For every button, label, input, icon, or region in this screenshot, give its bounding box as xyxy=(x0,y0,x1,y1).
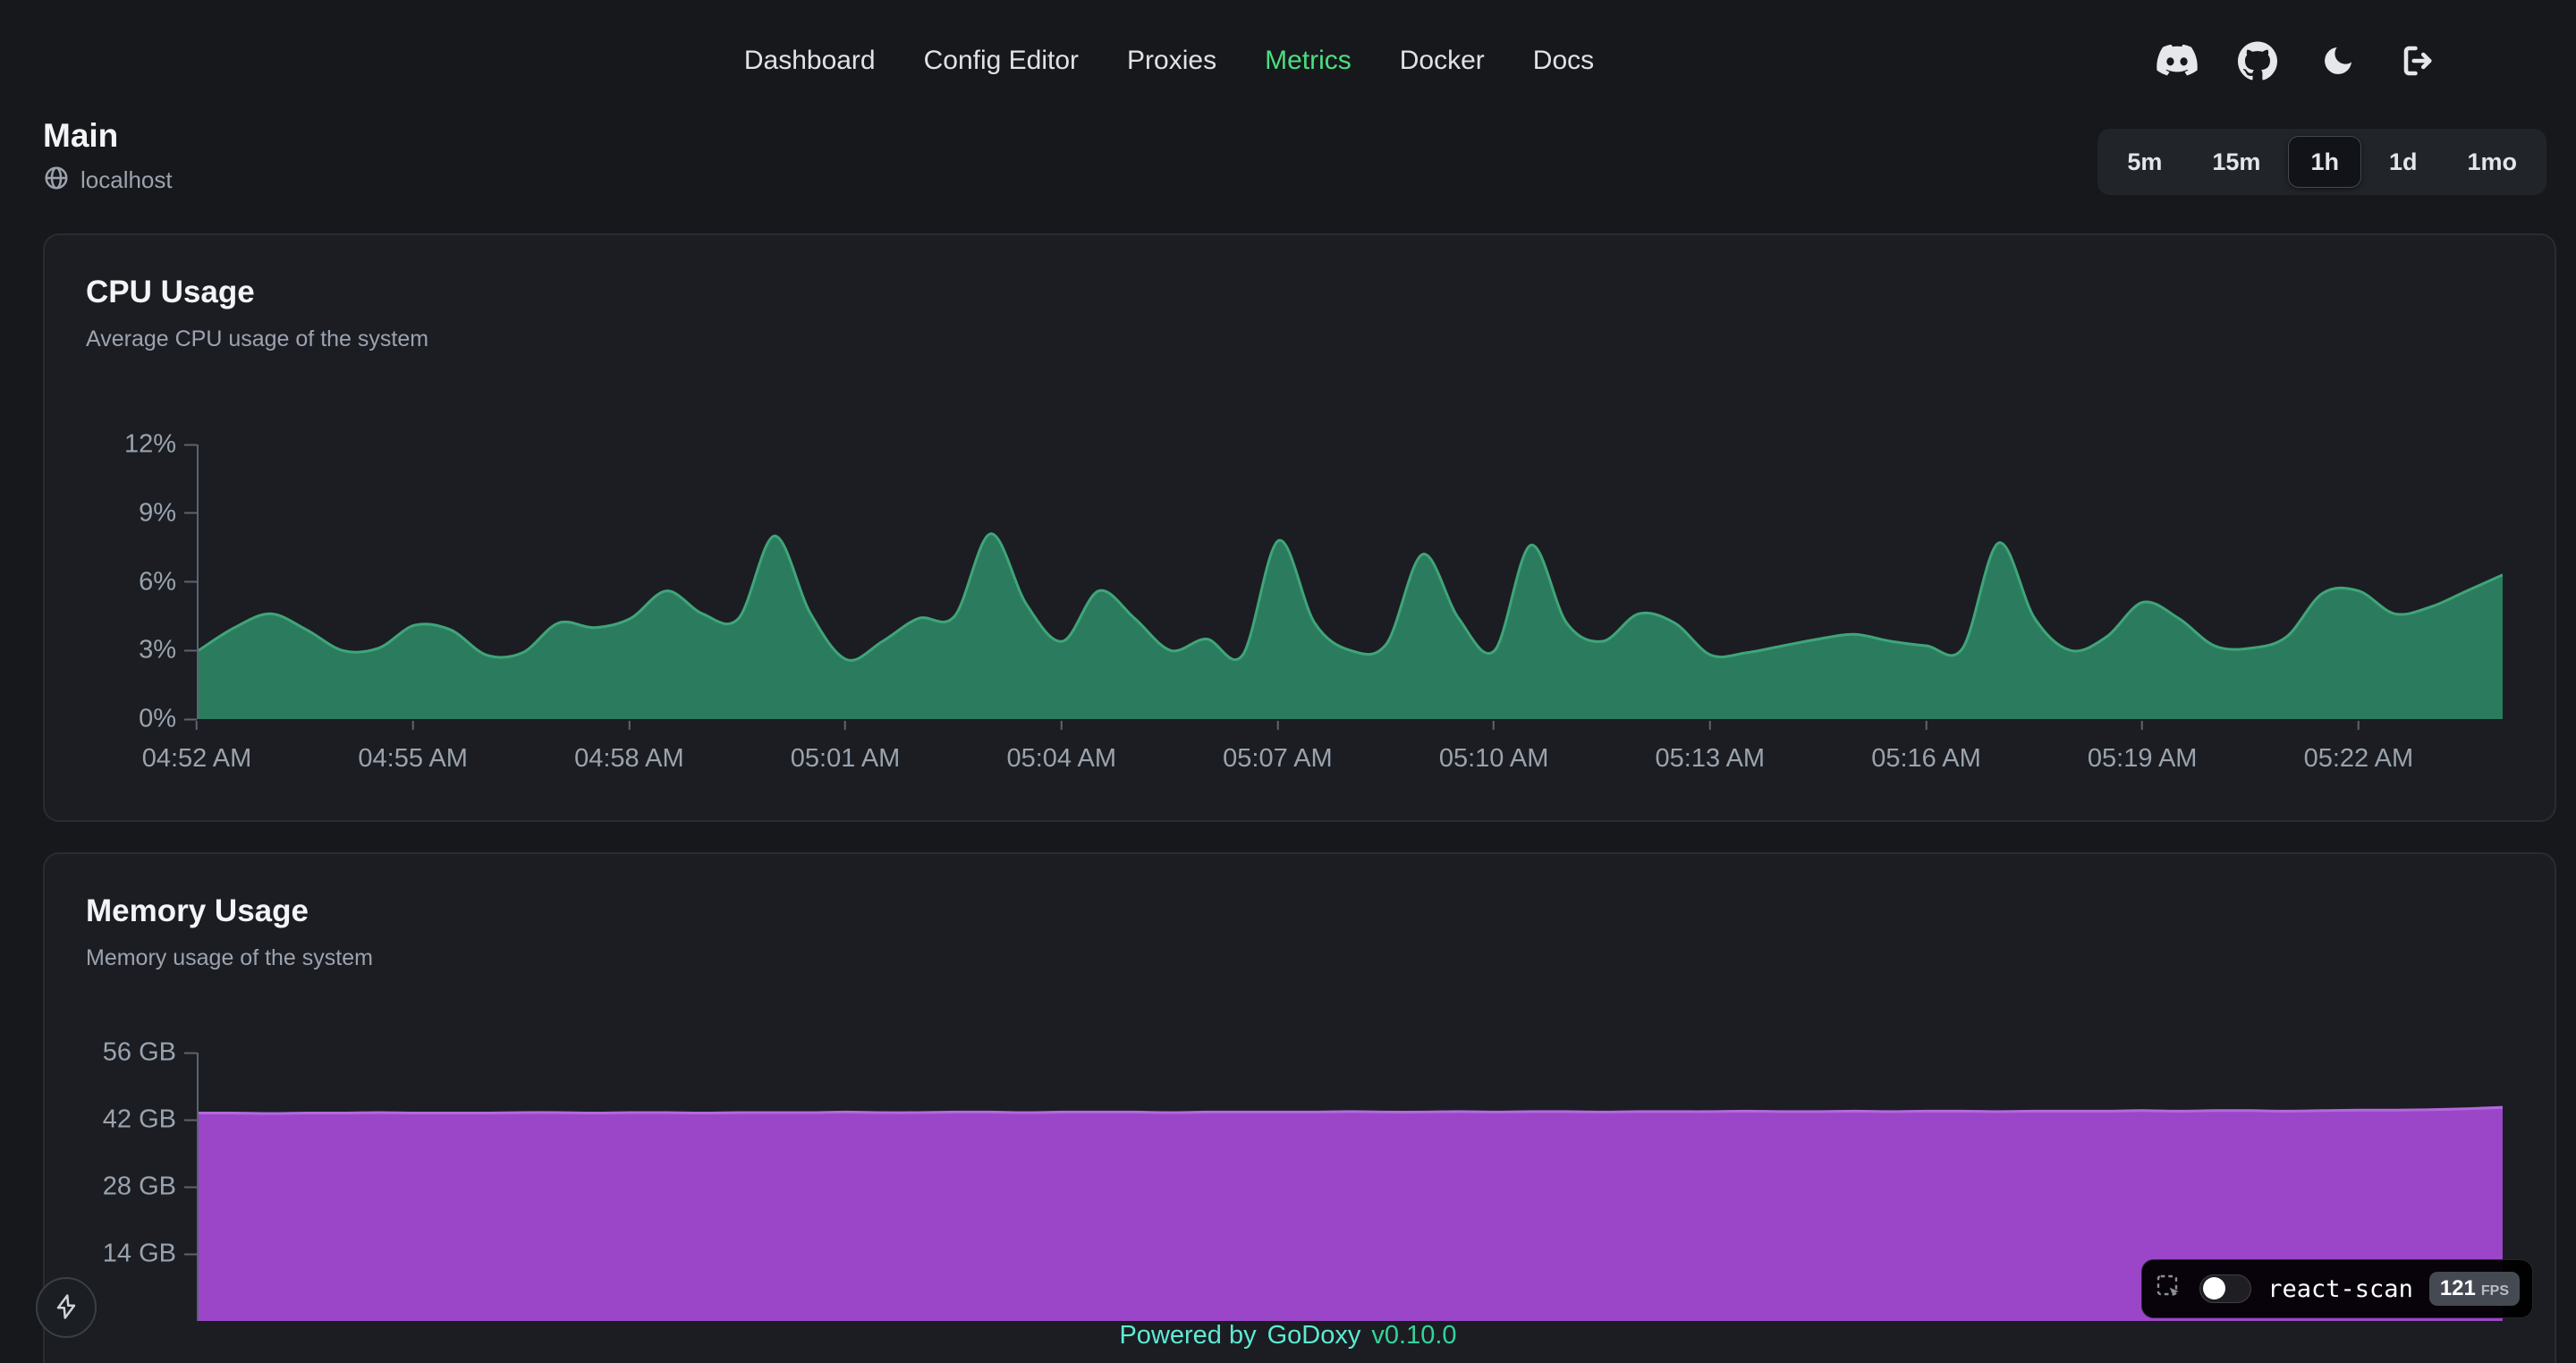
logout-icon[interactable] xyxy=(2397,39,2440,82)
time-range-5m[interactable]: 5m xyxy=(2105,136,2184,188)
memory-card-subtitle: Memory usage of the system xyxy=(86,944,2513,972)
time-range-selector: 5m 15m 1h 1d 1mo xyxy=(2097,129,2546,195)
y-axis-tick-label: 42 GB xyxy=(103,1105,197,1135)
y-axis-tick-label: 12% xyxy=(124,430,197,460)
cpu-area-svg xyxy=(199,444,2503,719)
moon-icon[interactable] xyxy=(2317,39,2360,82)
x-axis-tick-label: 04:52 AM xyxy=(142,744,252,774)
nav-item-docs[interactable]: Docs xyxy=(1533,46,1594,76)
time-range-1h[interactable]: 1h xyxy=(2288,136,2361,188)
y-axis-tick-label: 6% xyxy=(139,567,197,597)
footer: Powered by GoDoxy v0.10.0 xyxy=(0,1321,2576,1350)
memory-card-title: Memory Usage xyxy=(86,892,2513,931)
x-axis-tick-label: 05:19 AM xyxy=(2088,744,2198,774)
nav-item-dashboard[interactable]: Dashboard xyxy=(744,46,876,76)
memory-y-axis: 14 GB28 GB42 GB56 GB xyxy=(63,1053,197,1321)
cpu-usage-card: CPU Usage Average CPU usage of the syste… xyxy=(43,233,2556,822)
y-axis-tick-label: 9% xyxy=(139,498,197,528)
x-axis-tick-label: 04:58 AM xyxy=(574,744,684,774)
footer-version: v0.10.0 xyxy=(1371,1321,1456,1350)
x-axis-tick-label: 05:04 AM xyxy=(1006,744,1116,774)
nav-item-config-editor[interactable]: Config Editor xyxy=(924,46,1079,76)
y-axis-tick-label: 56 GB xyxy=(103,1038,197,1068)
x-axis-tick-label: 05:07 AM xyxy=(1223,744,1333,774)
memory-card-header: Memory Usage Memory usage of the system xyxy=(45,854,2555,972)
nav-item-docker[interactable]: Docker xyxy=(1400,46,1485,76)
time-range-1mo[interactable]: 1mo xyxy=(2445,136,2539,188)
y-axis-tick-label: 14 GB xyxy=(103,1240,197,1269)
fps-value: 121 xyxy=(2440,1276,2476,1301)
time-range-1d[interactable]: 1d xyxy=(2367,136,2440,188)
cpu-card-title: CPU Usage xyxy=(86,273,2513,312)
lightning-bolt-icon xyxy=(53,1293,80,1323)
fps-badge: 121 FPS xyxy=(2429,1272,2520,1306)
nav-item-proxies[interactable]: Proxies xyxy=(1127,46,1216,76)
x-axis-tick-label: 05:01 AM xyxy=(791,744,901,774)
x-axis-tick-label: 05:22 AM xyxy=(2304,744,2414,774)
cpu-chart-area: 0%3%6%9%12% 04:52 AM04:55 AM04:58 AM05:0… xyxy=(45,444,2555,791)
page-title: Main xyxy=(43,116,173,156)
x-axis-tick-label: 05:10 AM xyxy=(1439,744,1549,774)
cpu-card-header: CPU Usage Average CPU usage of the syste… xyxy=(45,235,2555,353)
topnav-icon-group xyxy=(2156,39,2440,82)
react-scan-widget[interactable]: react-scan 121 FPS xyxy=(2141,1259,2533,1318)
toggle-knob xyxy=(2203,1277,2225,1300)
y-axis-tick-label: 3% xyxy=(139,636,197,665)
x-axis-tick-label: 05:16 AM xyxy=(1871,744,1981,774)
host-row: localhost xyxy=(43,165,173,196)
y-axis-tick-label: 28 GB xyxy=(103,1173,197,1202)
react-scan-label: react-scan xyxy=(2267,1275,2413,1303)
host-label: localhost xyxy=(80,166,173,194)
globe-icon xyxy=(43,165,70,196)
react-scan-toggle[interactable] xyxy=(2199,1274,2251,1303)
nav-item-metrics[interactable]: Metrics xyxy=(1265,46,1352,76)
x-axis-tick-label: 04:55 AM xyxy=(358,744,468,774)
footer-powered-by: Powered by xyxy=(1119,1321,1256,1350)
discord-icon[interactable] xyxy=(2156,39,2199,82)
cpu-x-axis: 04:52 AM04:55 AM04:58 AM05:01 AM05:04 AM… xyxy=(197,719,2503,791)
time-range-15m[interactable]: 15m xyxy=(2190,136,2283,188)
y-axis-tick-label: 0% xyxy=(139,705,197,734)
inspect-icon[interactable] xyxy=(2155,1273,2183,1306)
cpu-y-axis: 0%3%6%9%12% xyxy=(63,444,197,719)
footer-brand-link[interactable]: GoDoxy xyxy=(1267,1321,1361,1350)
main-nav: Dashboard Config Editor Proxies Metrics … xyxy=(744,36,1594,86)
cpu-card-subtitle: Average CPU usage of the system xyxy=(86,325,2513,353)
fps-unit: FPS xyxy=(2481,1283,2509,1300)
cpu-usage-chart[interactable] xyxy=(197,444,2503,719)
x-axis-tick-label: 05:13 AM xyxy=(1656,744,1766,774)
page-header: Main localhost xyxy=(43,116,173,196)
github-icon[interactable] xyxy=(2236,39,2279,82)
